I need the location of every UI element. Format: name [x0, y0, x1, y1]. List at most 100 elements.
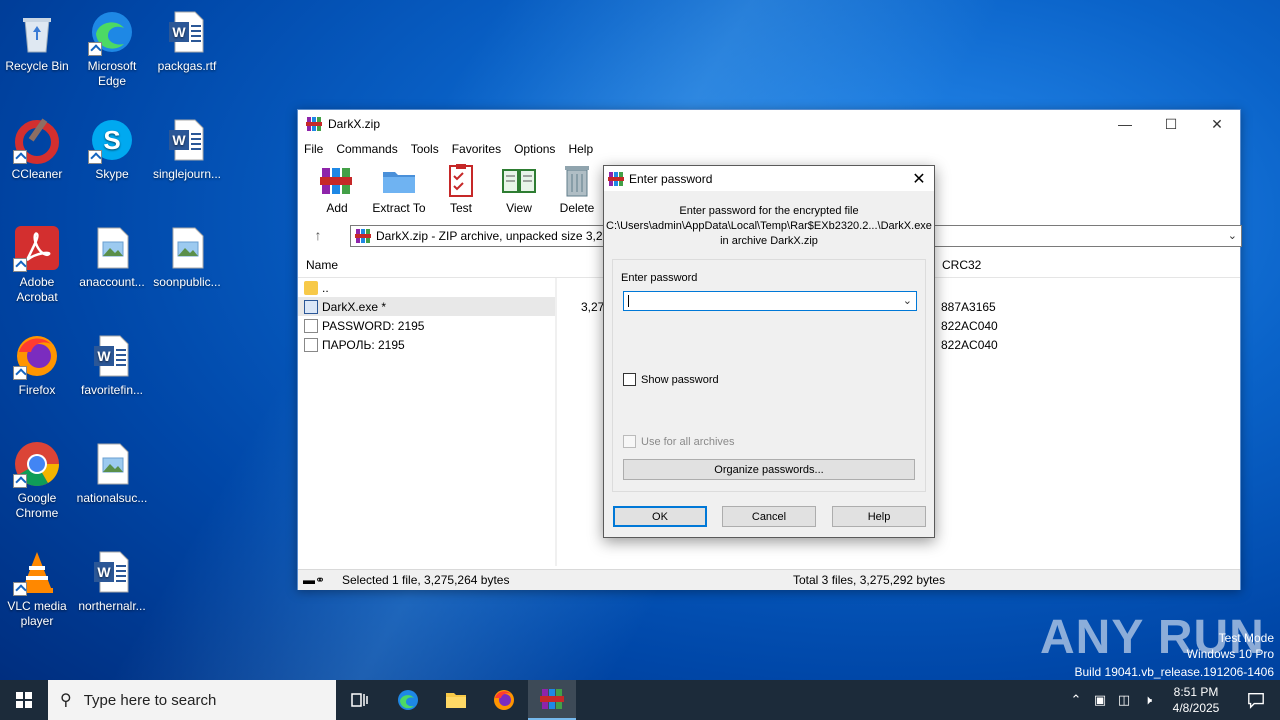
window-titlebar[interactable]: DarkX.zip — ☐ ✕: [298, 110, 1240, 138]
image-file-icon: [88, 224, 136, 272]
menu-bar: File Commands Tools Favorites Options He…: [298, 138, 1240, 160]
ok-button[interactable]: OK: [613, 506, 707, 527]
dialog-titlebar[interactable]: Enter password ✕: [604, 166, 934, 191]
os-label: Windows 10 Pro: [1186, 647, 1274, 661]
desktop-icon-chrome[interactable]: Google Chrome: [0, 440, 75, 521]
device-icon[interactable]: ▣: [1088, 692, 1112, 708]
winrar-app-icon: [608, 171, 624, 187]
firefox-icon: [494, 690, 514, 710]
word-doc-icon: W: [163, 8, 211, 56]
desktop-icon-favoritefin[interactable]: W favoritefin...: [74, 332, 150, 398]
view-label: View: [506, 201, 532, 215]
desktop-icon-skype[interactable]: S Skype: [74, 116, 150, 182]
show-password-checkbox[interactable]: [623, 373, 636, 386]
system-tray: ⌃ ▣ ◫ 🕨 8:51 PM 4/8/2025: [1064, 680, 1280, 720]
menu-file[interactable]: File: [304, 142, 323, 156]
menu-commands[interactable]: Commands: [336, 142, 397, 156]
desktop-icon-label: packgas.rtf: [157, 59, 217, 73]
desktop-icon-nationalsuc[interactable]: nationalsuc...: [74, 440, 150, 506]
vlc-icon: [13, 548, 61, 596]
desktop-icon-ccleaner[interactable]: CCleaner: [0, 116, 75, 182]
chevron-down-icon[interactable]: ⌄: [1228, 229, 1237, 242]
password-group: Enter password ⌄ Show password Use for a…: [612, 259, 926, 492]
desktop-icon-singlejourn[interactable]: W singlejourn...: [149, 116, 225, 182]
cancel-button[interactable]: Cancel: [722, 506, 816, 527]
menu-favorites[interactable]: Favorites: [452, 142, 501, 156]
search-box[interactable]: ⚲ Type here to search: [48, 680, 336, 720]
desktop-icon-acrobat[interactable]: Adobe Acrobat: [0, 224, 75, 305]
notification-button[interactable]: [1232, 680, 1280, 720]
shortcut-arrow-icon: [13, 258, 27, 272]
trash-icon: [565, 166, 589, 197]
add-button[interactable]: Add: [308, 160, 366, 218]
maximize-button[interactable]: ☐: [1148, 110, 1194, 138]
chrome-icon: [13, 440, 61, 488]
clock-time: 8:51 PM: [1173, 685, 1219, 699]
clock[interactable]: 8:51 PM 4/8/2025: [1160, 684, 1232, 716]
use-for-all-checkbox[interactable]: [623, 435, 636, 448]
add-archive-icon: [320, 168, 352, 194]
file-name: PASSWORD: 2195: [322, 318, 425, 333]
desktop-icon-label: VLC media player: [7, 599, 67, 628]
svg-text:W: W: [172, 132, 186, 148]
taskbar-edge[interactable]: [384, 680, 432, 720]
status-selected: Selected 1 file, 3,275,264 bytes: [342, 573, 510, 587]
clock-date: 4/8/2025: [1172, 701, 1220, 715]
desktop-icon-edge[interactable]: Microsoft Edge: [74, 8, 150, 89]
dialog-close-icon[interactable]: ✕: [904, 169, 934, 189]
volume-icon[interactable]: 🕨: [1136, 692, 1160, 708]
shortcut-arrow-icon: [13, 366, 27, 380]
menu-tools[interactable]: Tools: [411, 142, 439, 156]
minimize-button[interactable]: —: [1102, 110, 1148, 138]
add-label: Add: [326, 201, 348, 215]
taskbar-winrar[interactable]: [528, 680, 576, 720]
show-password-label[interactable]: Show password: [641, 374, 719, 386]
file-name: ..: [322, 280, 329, 295]
organize-passwords-button[interactable]: Organize passwords...: [623, 459, 915, 480]
desktop-icon-recycle-bin[interactable]: Recycle Bin: [0, 8, 75, 74]
desktop-icon-label: anaccount...: [79, 275, 145, 289]
desktop-icon-firefox[interactable]: Firefox: [0, 332, 75, 398]
chevron-up-icon[interactable]: ⌃: [1064, 692, 1088, 708]
desktop-icon-label: CCleaner: [11, 167, 63, 181]
test-label: Test: [449, 201, 472, 215]
test-button[interactable]: Test: [432, 160, 490, 218]
menu-options[interactable]: Options: [514, 142, 555, 156]
minimize-icon: —: [1118, 116, 1132, 132]
file-name: ПАРОЛЬ: 2195: [322, 337, 405, 352]
test-clipboard-icon: [449, 164, 473, 197]
desktop-icon-soonpublic[interactable]: soonpublic...: [149, 224, 225, 290]
delete-button[interactable]: Delete: [548, 160, 606, 218]
network-icon[interactable]: ◫: [1112, 692, 1136, 708]
help-button[interactable]: Help: [832, 506, 926, 527]
desktop-icon-northernalr[interactable]: W northernalr...: [74, 548, 150, 614]
info-line-3: in archive DarkX.zip: [720, 235, 818, 247]
file-crc: 822AC040: [941, 318, 998, 333]
chevron-down-icon[interactable]: ⌄: [903, 294, 912, 307]
close-button[interactable]: ✕: [1194, 110, 1240, 138]
column-name[interactable]: Name: [298, 258, 555, 272]
desktop-icon-label: singlejourn...: [152, 167, 222, 181]
desktop-icon-vlc[interactable]: VLC media player: [0, 548, 75, 629]
delete-label: Delete: [559, 201, 595, 215]
desktop-icon-anaccount[interactable]: anaccount...: [74, 224, 150, 290]
info-line-2: C:\Users\admin\AppData\Local\Temp\Rar$EX…: [606, 220, 932, 232]
extract-folder-icon: [383, 172, 415, 193]
address-text: DarkX.zip - ZIP archive, unpacked size 3…: [376, 229, 616, 243]
window-title: DarkX.zip: [328, 117, 381, 131]
text-file-icon: [304, 337, 318, 352]
view-button[interactable]: View: [490, 160, 548, 218]
column-crc32[interactable]: CRC32: [934, 258, 981, 272]
taskbar-firefox[interactable]: [480, 680, 528, 720]
svg-text:S: S: [103, 125, 120, 155]
desktop-icon-packgas[interactable]: W packgas.rtf: [149, 8, 225, 74]
password-input[interactable]: ⌄: [623, 291, 917, 311]
taskbar-file-explorer[interactable]: [432, 680, 480, 720]
menu-help[interactable]: Help: [568, 142, 593, 156]
start-button[interactable]: [0, 680, 48, 720]
up-arrow-icon[interactable]: ↑: [298, 227, 338, 243]
exe-file-icon: [304, 299, 318, 314]
extract-to-button[interactable]: Extract To: [366, 160, 432, 218]
image-file-icon: [163, 224, 211, 272]
task-view-button[interactable]: [336, 680, 384, 720]
